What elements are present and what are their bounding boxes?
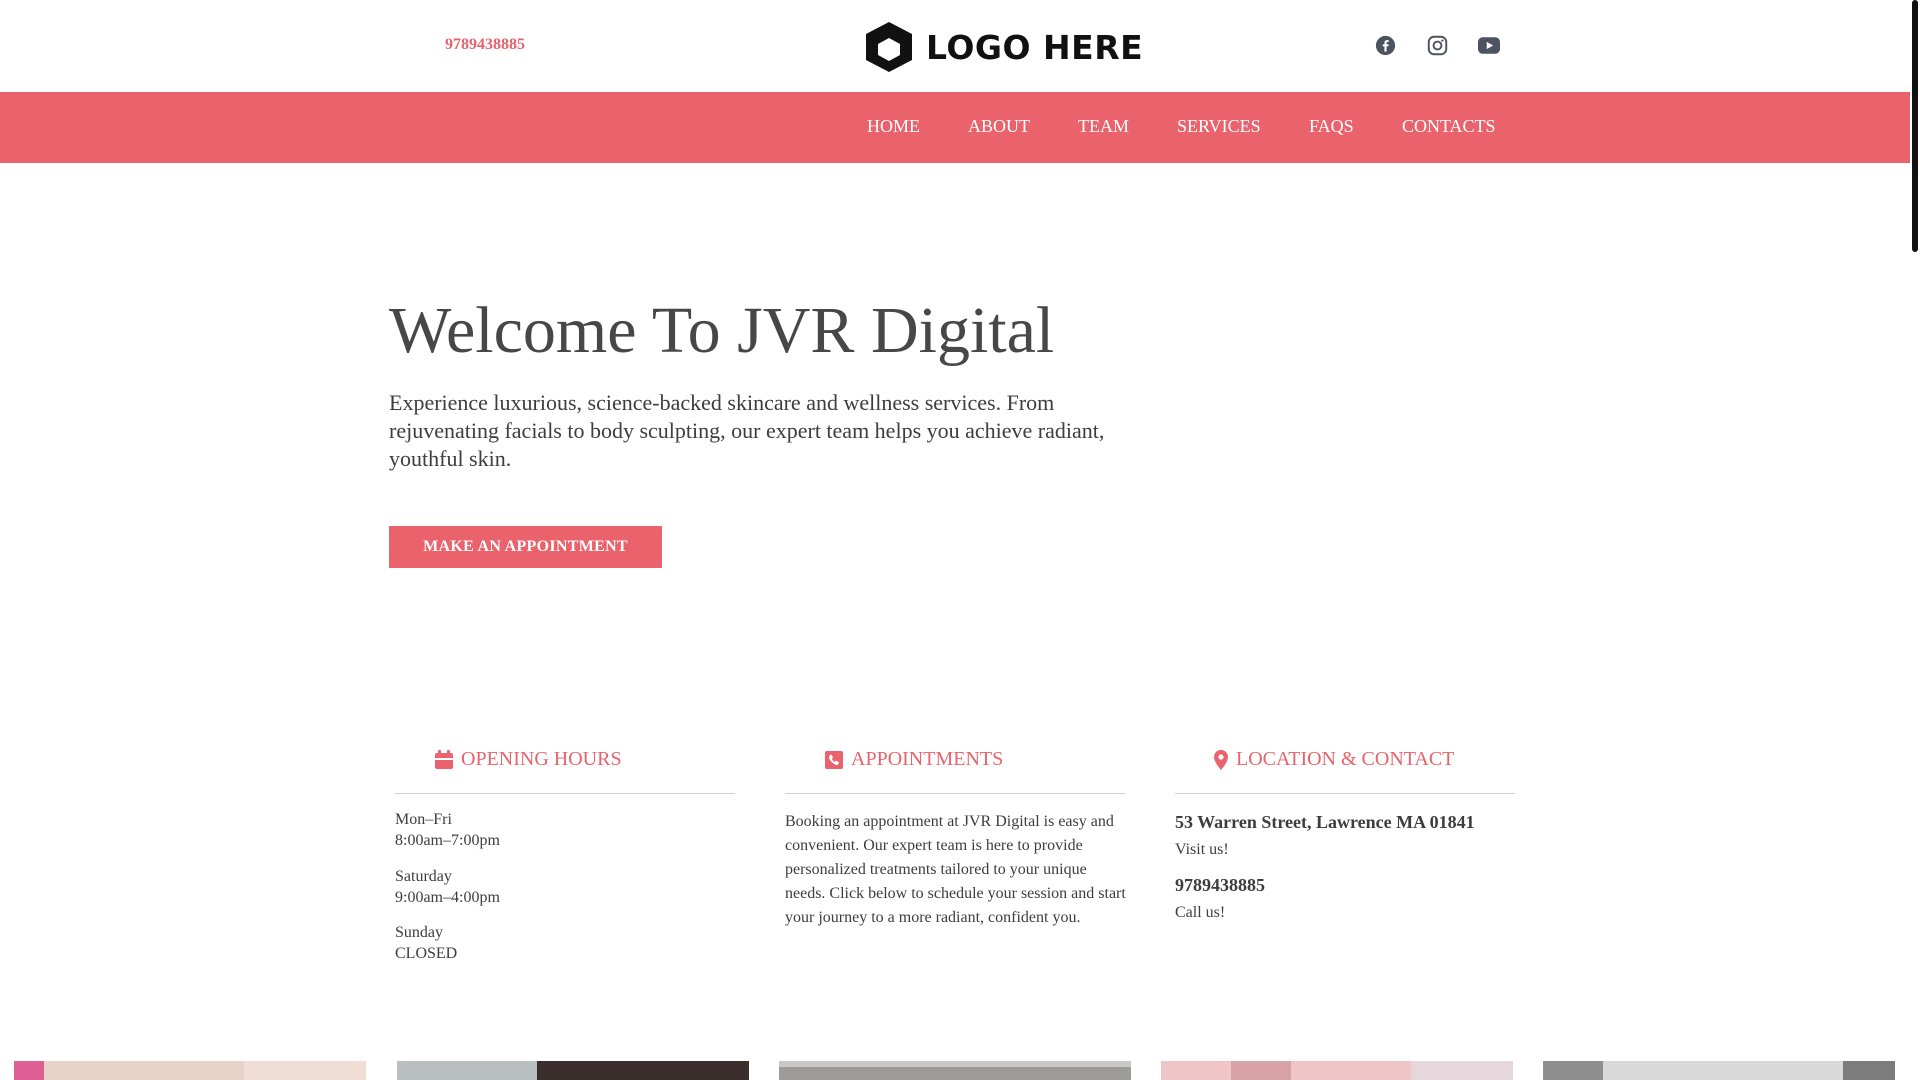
facebook-icon[interactable] bbox=[1374, 34, 1396, 56]
appointments-label: APPOINTMENTS bbox=[851, 748, 1004, 770]
make-appointment-button[interactable]: MAKE AN APPOINTMENT bbox=[389, 526, 662, 568]
gallery-image[interactable] bbox=[14, 1061, 366, 1080]
hours-row: Saturday 9:00am–4:00pm bbox=[395, 866, 500, 908]
hours-day: Mon–Fri bbox=[395, 811, 452, 828]
opening-hours-label: OPENING HOURS bbox=[461, 748, 622, 770]
phone-icon bbox=[825, 750, 843, 769]
hero-description: Experience luxurious, science-backed ski… bbox=[389, 390, 1105, 471]
appointments-description: Booking an appointment at JVR Digital is… bbox=[785, 813, 1126, 926]
calendar-icon bbox=[435, 750, 453, 769]
nav-team[interactable]: TEAM bbox=[1078, 116, 1129, 137]
contact-phone[interactable]: 9789438885 bbox=[1175, 875, 1265, 896]
opening-hours-heading: OPENING HOURS bbox=[435, 748, 622, 771]
hours-day: Sunday bbox=[395, 924, 443, 941]
header-phone-link[interactable]: 9789438885 bbox=[445, 36, 525, 54]
scrollbar-thumb[interactable] bbox=[1912, 0, 1918, 252]
address-note: Visit us! bbox=[1175, 841, 1229, 858]
hours-row: Sunday CLOSED bbox=[395, 922, 457, 964]
map-pin-icon bbox=[1214, 749, 1228, 770]
site-logo[interactable]: LOGO HERE bbox=[862, 20, 1143, 74]
logo-hexagon-icon bbox=[866, 22, 912, 72]
top-header: 9789438885 LOGO HERE bbox=[0, 0, 1910, 92]
instagram-icon[interactable] bbox=[1426, 34, 1448, 56]
hours-time: 9:00am–4:00pm bbox=[395, 889, 500, 906]
gallery-image[interactable] bbox=[779, 1061, 1131, 1080]
main-nav: HOME ABOUT TEAM SERVICES FAQS CONTACTS bbox=[0, 92, 1910, 163]
nav-about[interactable]: ABOUT bbox=[968, 116, 1030, 137]
hero-title: Welcome To JVR Digital bbox=[389, 294, 1055, 367]
divider bbox=[395, 793, 735, 794]
appointments-heading: APPOINTMENTS bbox=[825, 748, 1003, 771]
hours-time: 8:00am–7:00pm bbox=[395, 832, 500, 849]
logo-text: LOGO HERE bbox=[926, 27, 1144, 67]
divider bbox=[785, 793, 1125, 794]
location-contact-heading: LOCATION & CONTACT bbox=[1214, 748, 1454, 771]
hours-day: Saturday bbox=[395, 868, 452, 885]
hours-time: CLOSED bbox=[395, 945, 458, 962]
phone-note: Call us! bbox=[1175, 904, 1226, 921]
hours-row: Mon–Fri 8:00am–7:00pm bbox=[395, 809, 500, 851]
youtube-icon[interactable] bbox=[1478, 34, 1500, 56]
gallery-image[interactable] bbox=[1543, 1061, 1895, 1080]
nav-faqs[interactable]: FAQS bbox=[1309, 116, 1354, 137]
gallery-image[interactable] bbox=[397, 1061, 749, 1080]
nav-contacts[interactable]: CONTACTS bbox=[1402, 116, 1496, 137]
divider bbox=[1175, 793, 1515, 794]
gallery-image[interactable] bbox=[1161, 1061, 1513, 1080]
address: 53 Warren Street, Lawrence MA 01841 bbox=[1175, 812, 1475, 832]
location-contact-label: LOCATION & CONTACT bbox=[1236, 748, 1455, 770]
nav-home[interactable]: HOME bbox=[867, 116, 920, 137]
nav-services[interactable]: SERVICES bbox=[1177, 116, 1261, 137]
